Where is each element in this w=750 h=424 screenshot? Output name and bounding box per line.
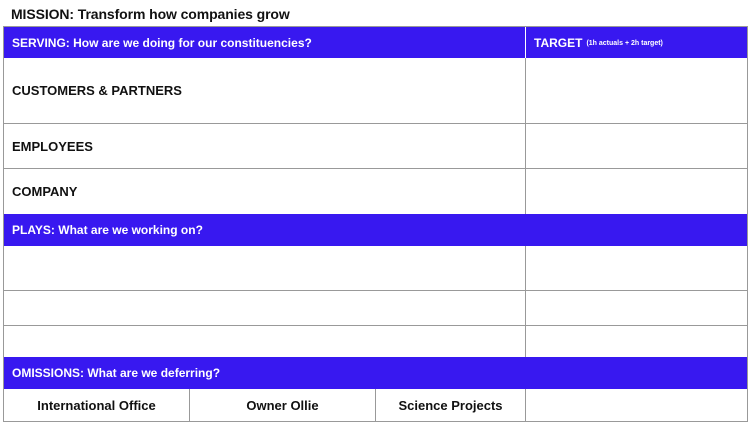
planning-grid: SERVING: How are we doing for our consti…	[3, 26, 748, 422]
target-cell[interactable]	[526, 169, 747, 214]
row-label-cell[interactable]: COMPANY	[4, 169, 526, 214]
plays-header-row: PLAYS: What are we working on?	[4, 214, 747, 246]
target-header: TARGET (1h actuals + 2h target)	[526, 27, 747, 58]
plays-header: PLAYS: What are we working on?	[4, 214, 747, 246]
table-row	[4, 291, 747, 326]
omission-item[interactable]: Owner Ollie	[190, 389, 376, 421]
omission-label: Owner Ollie	[246, 397, 319, 413]
target-label: TARGET	[534, 35, 583, 50]
target-cell[interactable]	[526, 246, 747, 290]
target-cell[interactable]	[526, 58, 747, 123]
omissions-header: OMISSIONS: What are we deferring?	[4, 357, 747, 389]
row-label: COMPANY	[12, 184, 78, 199]
row-label: EMPLOYEES	[12, 138, 93, 154]
play-cell[interactable]	[4, 246, 526, 290]
table-row	[4, 246, 747, 291]
omission-item[interactable]	[526, 389, 747, 421]
target-cell[interactable]	[526, 326, 747, 357]
omission-item[interactable]: Science Projects	[376, 389, 526, 421]
serving-header-text: SERVING: How are we doing for our consti…	[12, 35, 312, 50]
play-cell[interactable]	[4, 291, 526, 325]
target-note: (1h actuals + 2h target)	[586, 40, 663, 47]
play-cell[interactable]	[4, 326, 526, 357]
mission-statement: MISSION: Transform how companies grow	[11, 6, 290, 22]
serving-header: SERVING: How are we doing for our consti…	[4, 27, 526, 58]
omissions-row: International Office Owner Ollie Science…	[4, 389, 747, 421]
table-row	[4, 326, 747, 357]
row-label-cell[interactable]: CUSTOMERS & PARTNERS	[4, 58, 526, 123]
omission-label: Science Projects	[398, 397, 503, 413]
serving-header-row: SERVING: How are we doing for our consti…	[4, 27, 747, 58]
row-label: CUSTOMERS & PARTNERS	[12, 83, 182, 98]
omissions-header-row: OMISSIONS: What are we deferring?	[4, 357, 747, 389]
target-cell[interactable]	[526, 291, 747, 325]
plays-header-text: PLAYS: What are we working on?	[12, 223, 203, 237]
table-row: COMPANY	[4, 169, 747, 214]
table-row: EMPLOYEES	[4, 124, 747, 169]
row-label-cell[interactable]: EMPLOYEES	[4, 124, 526, 168]
table-row: CUSTOMERS & PARTNERS	[4, 58, 747, 124]
omissions-header-text: OMISSIONS: What are we deferring?	[12, 366, 221, 380]
omission-item[interactable]: International Office	[4, 389, 190, 421]
omission-label: International Office	[37, 397, 156, 413]
target-cell[interactable]	[526, 124, 747, 168]
